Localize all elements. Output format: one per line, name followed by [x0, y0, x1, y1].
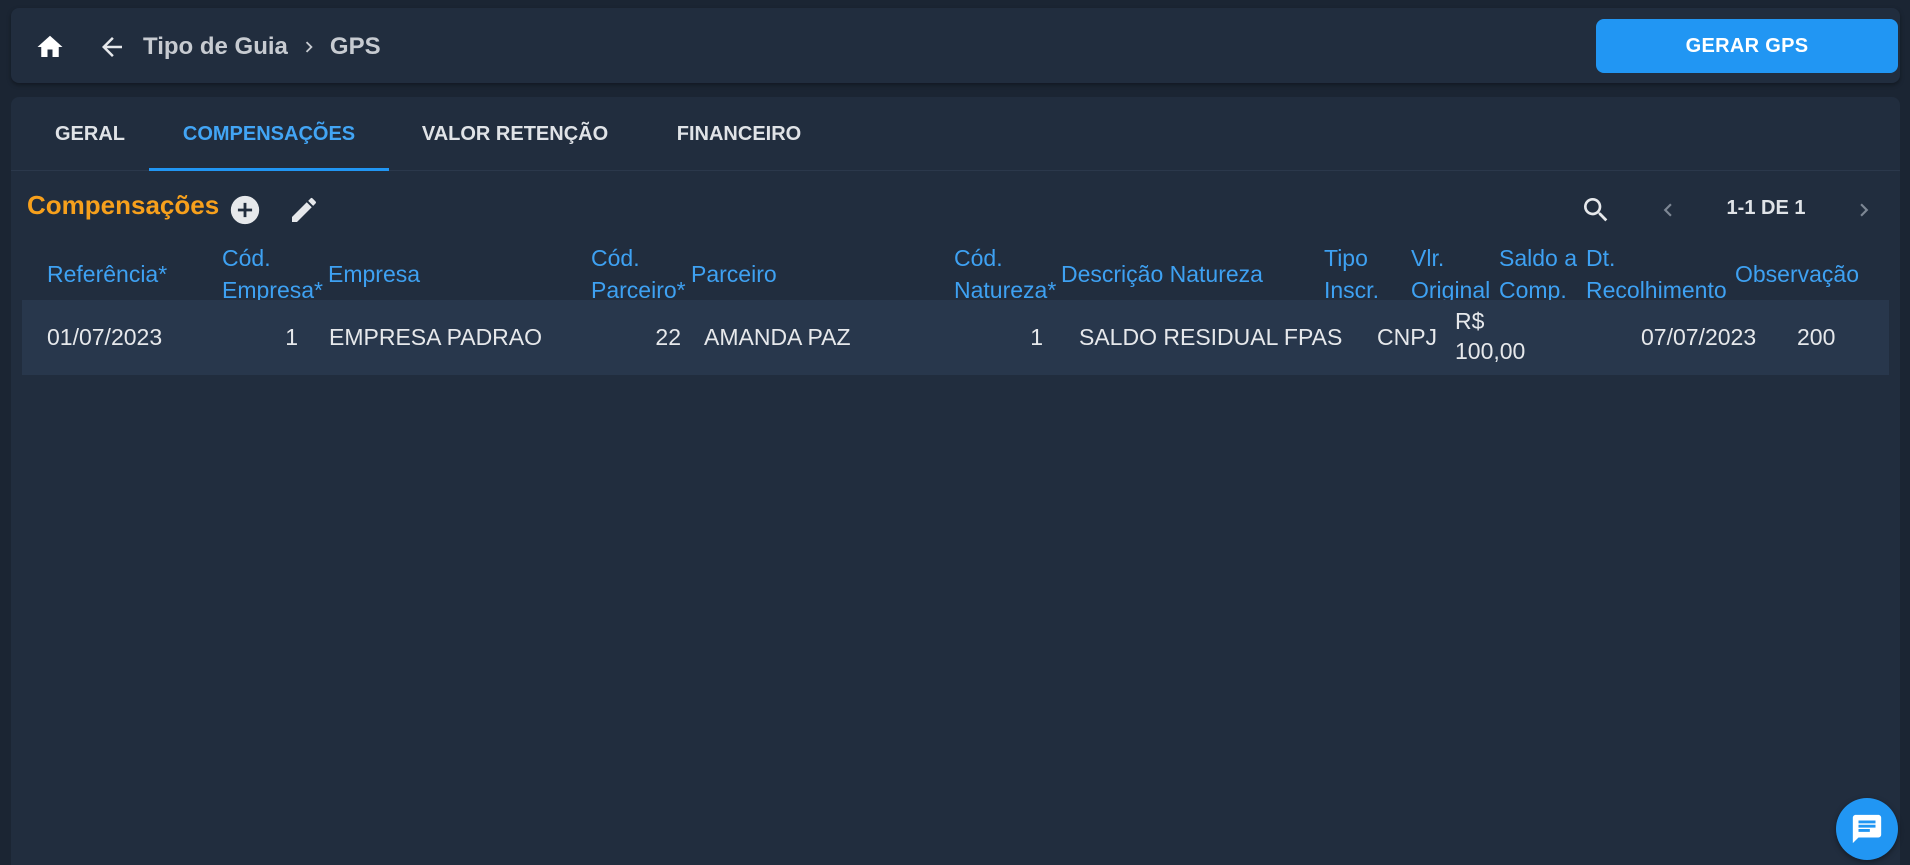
generate-gps-button[interactable]: GERAR GPS [1596, 19, 1898, 73]
col-dt-recolhimento-line1: Dt. [1586, 245, 1616, 271]
col-empresa[interactable]: Empresa [328, 258, 420, 290]
section-title: Compensações [27, 190, 220, 220]
col-cod-empresa[interactable]: Cód. Empresa* [222, 242, 323, 306]
cell-parceiro: AMANDA PAZ [704, 324, 851, 350]
cell-cod-empresa: 1 [285, 324, 298, 350]
col-tipo-inscr[interactable]: Tipo Inscr. [1324, 242, 1379, 306]
col-tipo-inscr-line1: Tipo [1324, 245, 1368, 271]
add-button[interactable] [226, 191, 264, 229]
tab-geral[interactable]: GERAL [27, 97, 153, 171]
col-vlr-original[interactable]: Vlr. Original [1411, 242, 1490, 306]
cell-cod-natureza: 1 [1030, 324, 1043, 350]
back-button[interactable] [95, 32, 129, 62]
chat-icon [1852, 814, 1882, 844]
search-icon [1584, 198, 1608, 222]
cell-tipo-inscr: CNPJ [1377, 324, 1438, 350]
col-cod-natureza-line1: Cód. [954, 245, 1003, 271]
cell-observacao: 200 [1797, 324, 1836, 350]
col-saldo-comp-line1: Saldo a [1499, 245, 1578, 271]
table-row[interactable]: 01/07/2023 1 EMPRESA PADRAO 22 AMANDA PA… [22, 300, 1889, 375]
breadcrumb: Tipo de Guia GPS [143, 32, 381, 62]
cell-vlr-original: R$ 100,00 [1455, 306, 1525, 366]
col-observacao[interactable]: Observação [1735, 258, 1859, 290]
pager-text: 1-1 DE 1 [1726, 196, 1806, 219]
cell-vlr-original-line1: R$ [1455, 308, 1485, 334]
col-cod-parceiro[interactable]: Cód. Parceiro* [591, 242, 686, 306]
col-referencia[interactable]: Referência* [47, 258, 167, 290]
cell-dt-recolhimento: 07/07/2023 [1641, 324, 1757, 350]
chevron-right-icon [1860, 203, 1869, 217]
col-cod-empresa-line1: Cód. [222, 245, 271, 271]
col-cod-parceiro-line1: Cód. [591, 245, 640, 271]
chevron-left-icon [1663, 203, 1672, 217]
add-circle-icon [230, 195, 260, 225]
col-cod-natureza[interactable]: Cód. Natureza* [954, 242, 1056, 306]
cell-descricao-natureza: SALDO RESIDUAL FPAS [1079, 324, 1343, 350]
tab-valor-retencao[interactable]: VALOR RETENÇÃO [411, 97, 619, 171]
table-header: Referência* Cód. Empresa* Empresa Cód. P… [11, 242, 1900, 306]
chevron-right-icon [298, 36, 320, 58]
main-panel: GERAL COMPENSAÇÕES VALOR RETENÇÃO FINANC… [11, 97, 1900, 865]
col-descricao-natureza[interactable]: Descrição Natureza [1061, 258, 1263, 290]
top-bar: Tipo de Guia GPS GERAR GPS [11, 8, 1900, 83]
chat-button[interactable] [1836, 798, 1898, 860]
arrow-left-icon [102, 37, 122, 57]
cell-referencia: 01/07/2023 [47, 324, 163, 350]
home-button[interactable] [33, 30, 67, 64]
breadcrumb-parent[interactable]: Tipo de Guia [143, 33, 288, 61]
next-page-button[interactable] [1847, 193, 1881, 227]
cell-cod-parceiro: 22 [655, 324, 681, 350]
cell-empresa: EMPRESA PADRAO [329, 324, 543, 350]
edit-button[interactable] [285, 191, 323, 229]
tab-compensacoes[interactable]: COMPENSAÇÕES [149, 97, 389, 171]
col-vlr-original-line1: Vlr. [1411, 245, 1445, 271]
prev-page-button[interactable] [1651, 193, 1685, 227]
col-parceiro[interactable]: Parceiro [691, 258, 777, 290]
breadcrumb-current: GPS [329, 33, 381, 60]
search-button[interactable] [1577, 191, 1615, 229]
cell-vlr-original-line2: 100,00 [1455, 338, 1526, 364]
pencil-icon [292, 197, 317, 222]
col-saldo-comp[interactable]: Saldo a Comp. [1499, 242, 1577, 306]
col-dt-recolhimento[interactable]: Dt. Recolhimento [1586, 242, 1727, 306]
tab-financeiro[interactable]: FINANCEIRO [665, 97, 813, 171]
tab-bar: GERAL COMPENSAÇÕES VALOR RETENÇÃO FINANC… [11, 97, 1900, 171]
home-icon [37, 35, 63, 57]
